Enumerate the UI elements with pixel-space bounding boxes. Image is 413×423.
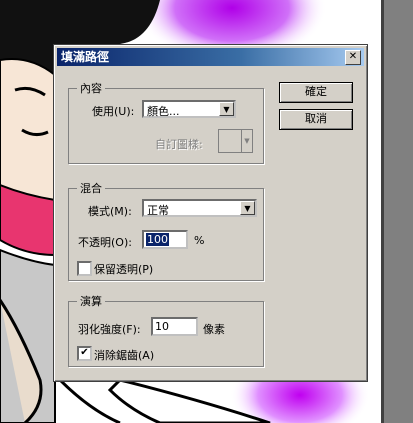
feather-unit: 像素 bbox=[203, 323, 225, 336]
preserve-transparency-label[interactable]: 保留透明(P) bbox=[94, 261, 153, 277]
chevron-down-icon[interactable]: ▼ bbox=[240, 201, 255, 215]
opacity-unit: % bbox=[194, 234, 205, 247]
chevron-down-icon[interactable]: ▼ bbox=[219, 102, 234, 116]
feather-radius-input[interactable]: 10 bbox=[151, 317, 198, 336]
contents-legend: 內容 bbox=[80, 82, 102, 95]
fill-path-dialog: 填滿路徑 ✕ 確定 取消 內容 使用(U): 顏色... ▼ 自訂圖樣: ▼ 混… bbox=[53, 44, 368, 382]
use-label: 使用(U): bbox=[92, 105, 135, 118]
use-select[interactable]: 顏色... ▼ bbox=[142, 100, 236, 118]
cancel-button[interactable]: 取消 bbox=[279, 109, 353, 130]
rendering-legend: 演算 bbox=[80, 295, 102, 308]
checkmark-icon: ✔ bbox=[80, 347, 89, 358]
opacity-label: 不透明(O): bbox=[78, 236, 132, 249]
ok-button[interactable]: 確定 bbox=[279, 82, 353, 103]
opacity-input[interactable]: 100 bbox=[142, 230, 188, 249]
dialog-title: 填滿路徑 bbox=[61, 50, 110, 64]
feather-label: 羽化強度(F): bbox=[78, 323, 141, 336]
custom-pattern-swatch: ▼ bbox=[218, 129, 253, 153]
chevron-down-icon: ▼ bbox=[241, 130, 252, 152]
character-face bbox=[0, 58, 56, 202]
blending-legend: 混合 bbox=[80, 182, 102, 195]
mode-select-value: 正常 bbox=[147, 204, 169, 217]
title-bar[interactable]: 填滿路徑 ✕ bbox=[57, 48, 364, 66]
antialias-label[interactable]: 消除鋸齒(A) bbox=[94, 347, 154, 363]
use-select-value: 顏色... bbox=[147, 105, 180, 118]
close-button[interactable]: ✕ bbox=[345, 50, 361, 65]
mode-label: 模式(M): bbox=[88, 205, 132, 218]
antialias-checkbox[interactable]: ✔ bbox=[77, 346, 92, 361]
opacity-value: 100 bbox=[146, 233, 169, 246]
feather-value: 10 bbox=[155, 320, 169, 333]
custom-pattern-label: 自訂圖樣: bbox=[155, 138, 203, 151]
preserve-transparency-checkbox[interactable] bbox=[77, 261, 92, 276]
mode-select[interactable]: 正常 ▼ bbox=[142, 199, 257, 217]
